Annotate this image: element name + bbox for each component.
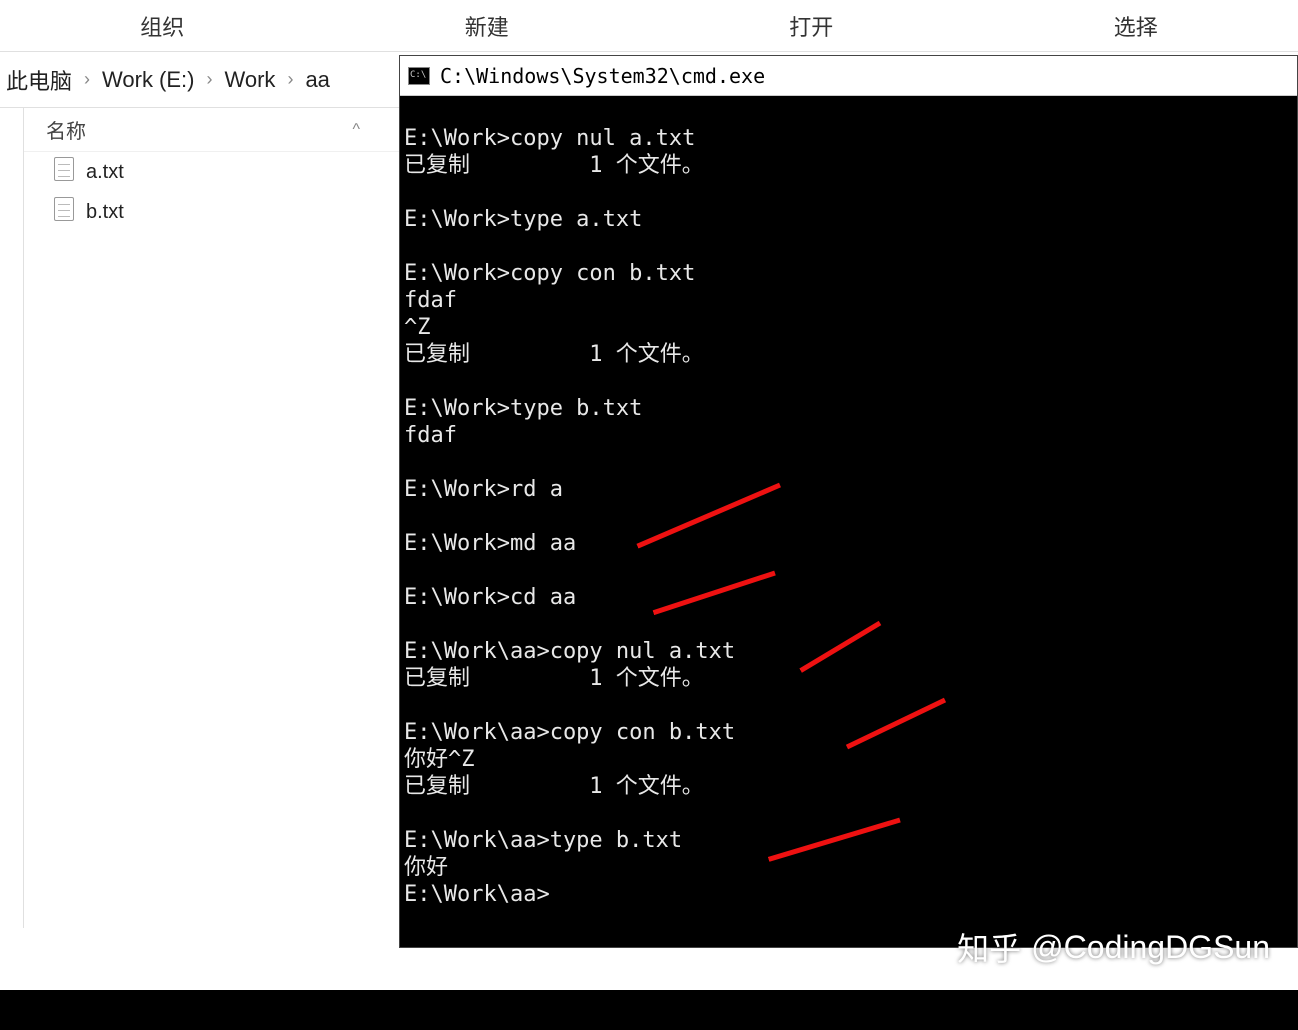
breadcrumb[interactable]: 此电脑 › Work (E:) › Work › aa (0, 52, 400, 108)
file-list: 名称 ^ a.txt b.txt (24, 108, 400, 928)
breadcrumb-item[interactable]: Work (225, 67, 276, 93)
ribbon-tab-select[interactable]: 选择 (974, 0, 1298, 52)
watermark: 知乎 @CodingDGSun (957, 924, 1270, 970)
ribbon-tab-organize[interactable]: 组织 (0, 0, 325, 52)
bottom-strip (0, 990, 1298, 1030)
cmd-title: C:\Windows\System32\cmd.exe (440, 64, 765, 88)
chevron-right-icon: › (84, 69, 90, 90)
breadcrumb-item[interactable]: 此电脑 (6, 64, 72, 96)
sort-indicator-icon: ^ (352, 121, 360, 139)
zhihu-logo-text: 知乎 (957, 924, 1021, 970)
chevron-right-icon: › (287, 69, 293, 90)
file-name: b.txt (86, 201, 124, 224)
cmd-titlebar[interactable]: C:\Windows\System32\cmd.exe (400, 56, 1297, 96)
file-item[interactable]: b.txt (24, 192, 400, 232)
file-item[interactable]: a.txt (24, 152, 400, 192)
txt-file-icon (54, 157, 74, 187)
nav-pane[interactable] (0, 108, 24, 928)
explorer-ribbon: 组织 新建 打开 选择 (0, 0, 1298, 52)
breadcrumb-item[interactable]: aa (305, 67, 329, 93)
file-name: a.txt (86, 161, 124, 184)
file-list-header[interactable]: 名称 ^ (24, 108, 400, 152)
breadcrumb-item[interactable]: Work (E:) (102, 67, 194, 93)
ribbon-tab-open[interactable]: 打开 (649, 0, 974, 52)
column-name[interactable]: 名称 (46, 115, 86, 144)
ribbon-tab-new[interactable]: 新建 (325, 0, 650, 52)
cmd-window[interactable]: C:\Windows\System32\cmd.exe E:\Work>copy… (399, 55, 1298, 948)
chevron-right-icon: › (207, 69, 213, 90)
txt-file-icon (54, 197, 74, 227)
cmd-output[interactable]: E:\Work>copy nul a.txt 已复制 1 个文件。 E:\Wor… (400, 96, 1297, 947)
watermark-handle: @CodingDGSun (1031, 929, 1270, 966)
cmd-icon (408, 67, 430, 85)
